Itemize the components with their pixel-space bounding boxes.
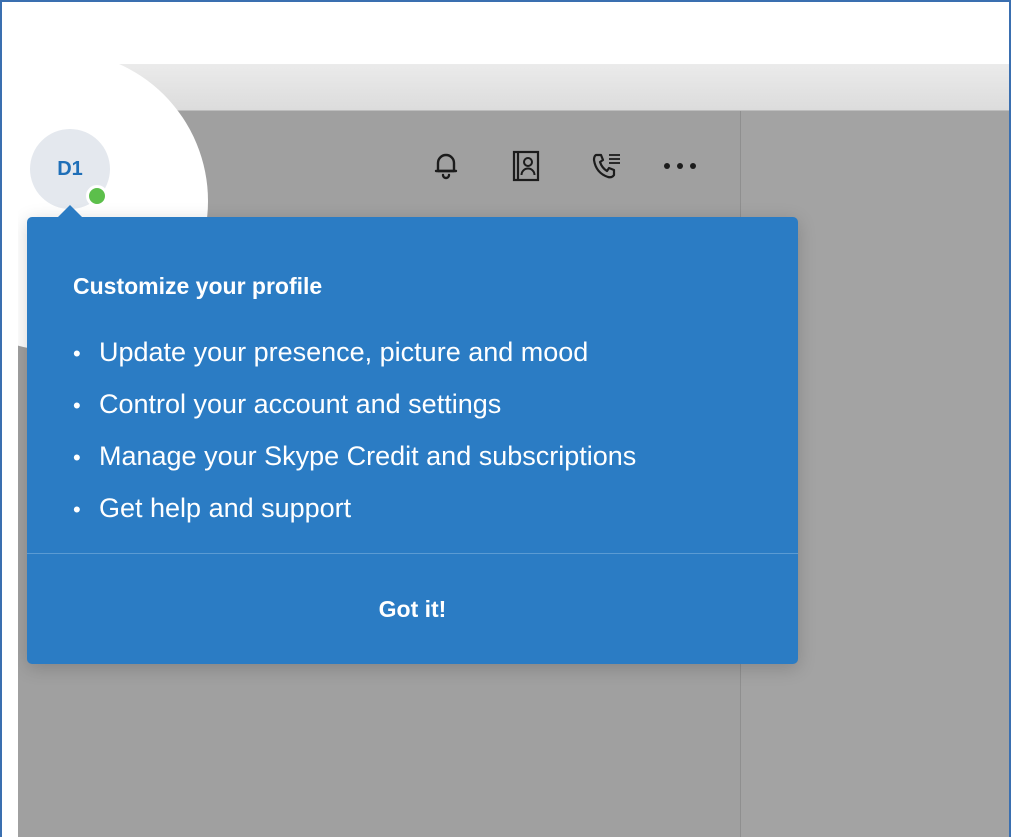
bell-icon [434,153,458,180]
more-icon [664,163,696,169]
list-item: Get help and support [73,483,636,535]
list-item: Control your account and settings [73,379,636,431]
screenshot-frame: D1 Customize your profile • Update your … [0,0,1011,837]
presence-indicator [86,185,108,207]
contacts-button[interactable] [504,144,548,188]
call-list-icon [592,153,620,179]
contacts-icon [512,150,540,182]
skype-window: D1 Customize your profile • Update your … [18,64,1009,837]
list-item: Update your presence, picture and mood [73,327,636,379]
popover-title: Customize your profile [73,273,323,299]
avatar-initials: D1 [57,157,83,180]
popover-arrow [57,205,83,218]
got-it-button[interactable]: Got it! [27,554,798,664]
call-history-button[interactable] [584,144,628,188]
customize-profile-popover: Customize your profile Update your prese… [27,205,798,664]
popover-feature-list: Update your presence, picture and mood C… [73,327,636,535]
more-options-button[interactable] [658,144,702,188]
notifications-button[interactable] [424,144,468,188]
list-item: Manage your Skype Credit and subscriptio… [73,431,636,483]
